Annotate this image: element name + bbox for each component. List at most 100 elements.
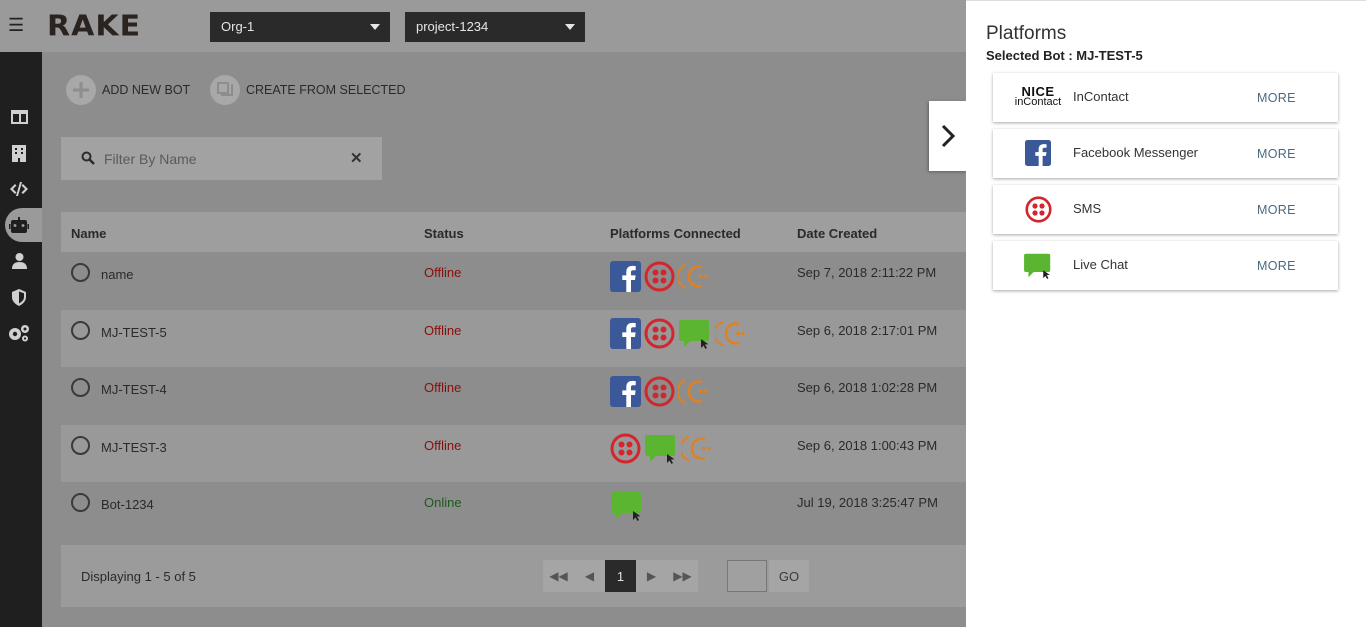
top-bar: ☰ RAKE Org-1 project-1234 [0, 0, 966, 52]
sms-twilio-icon [1024, 195, 1052, 223]
row-radio[interactable] [71, 378, 90, 397]
facebook-logo [1009, 138, 1067, 168]
org-select[interactable]: Org-1 [210, 12, 390, 42]
selected-bot-label: Selected Bot : MJ-TEST-5 [986, 48, 1143, 63]
status-text: Offline [424, 322, 462, 338]
panel-title: Platforms [986, 23, 1067, 44]
platform-card-facebook: Facebook Messenger MORE [993, 129, 1338, 178]
livechat-icon [645, 434, 675, 464]
status-text: Offline [424, 380, 462, 395]
date-created: Sep 6, 2018 1:02:28 PM [797, 380, 938, 395]
date-created: Jul 19, 2018 3:25:47 PM [797, 495, 938, 510]
project-select[interactable]: project-1234 [405, 12, 585, 42]
first-page-icon[interactable]: ◀◀ [543, 560, 574, 592]
filter-by-name-input[interactable] [104, 148, 344, 170]
facebook-icon [1025, 140, 1051, 166]
collapse-panel-button[interactable] [929, 101, 967, 171]
table-row[interactable]: MJ-TEST-4 Offline Sep 6, 2018 1:02:28 PM [61, 367, 966, 425]
row-radio[interactable] [71, 320, 90, 340]
platform-name: Live Chat [1073, 257, 1128, 272]
column-header-date[interactable]: Date Created [797, 226, 877, 241]
sms-twilio-icon [610, 433, 641, 463]
platform-card-incontact: NICE inContact InContact MORE [993, 73, 1338, 122]
nice-incontact-logo: NICE inContact [1009, 82, 1067, 112]
app-logo: RAKE [47, 9, 142, 44]
add-new-bot-button[interactable]: ADD NEW BOT [66, 74, 190, 106]
incontact-icon [681, 435, 711, 461]
more-button[interactable]: MORE [1257, 147, 1296, 161]
sms-logo [1009, 194, 1067, 224]
date-created: Sep 6, 2018 2:17:01 PM [797, 322, 938, 338]
bot-name: MJ-TEST-5 [101, 324, 167, 340]
incontact-icon [678, 264, 708, 289]
table-row[interactable]: name Offline Sep 7, 2018 2:11:22 PM [61, 252, 966, 310]
status-text: Online [424, 495, 462, 510]
more-button[interactable]: MORE [1257, 259, 1296, 273]
code-icon[interactable] [8, 178, 30, 200]
go-button[interactable]: GO [769, 560, 809, 592]
platform-card-sms: SMS MORE [993, 185, 1338, 234]
current-page-button[interactable]: 1 [605, 560, 636, 592]
bot-name: MJ-TEST-3 [101, 439, 167, 455]
page-number-input[interactable] [727, 560, 767, 592]
prev-page-icon[interactable]: ◀ [574, 560, 605, 592]
platforms-connected [610, 490, 644, 521]
date-created: Sep 6, 2018 1:00:43 PM [797, 437, 938, 453]
clear-filter-icon[interactable]: ✕ [350, 149, 363, 167]
project-select-value: project-1234 [416, 19, 489, 34]
bot-name: MJ-TEST-4 [101, 382, 167, 397]
filter-box: ✕ [61, 137, 382, 180]
main-content: ADD NEW BOT CREATE FROM SELECTED ✕ Name … [42, 52, 966, 627]
more-button[interactable]: MORE [1257, 91, 1296, 105]
settings-gears-icon[interactable] [8, 322, 30, 344]
platform-card-livechat: Live Chat MORE [993, 241, 1338, 290]
pagination: ◀◀ ◀ 1 ▶ ▶▶ [543, 560, 698, 592]
facebook-icon [610, 261, 641, 292]
more-button[interactable]: MORE [1257, 203, 1296, 217]
row-radio[interactable] [71, 263, 90, 282]
bot-icon[interactable] [8, 214, 30, 236]
platforms-connected [610, 376, 710, 407]
livechat-logo [1009, 250, 1067, 280]
table-row[interactable]: MJ-TEST-5 Offline Sep 6, 2018 2:17:01 PM [61, 309, 966, 367]
user-icon[interactable] [8, 250, 30, 272]
incontact-icon [678, 379, 708, 404]
platforms-connected [610, 261, 710, 292]
chevron-down-icon [370, 24, 380, 30]
dashboard-icon[interactable] [8, 106, 30, 128]
add-new-bot-label: ADD NEW BOT [102, 83, 191, 97]
date-created: Sep 7, 2018 2:11:22 PM [797, 265, 937, 280]
livechat-icon [1024, 253, 1051, 279]
table-row[interactable]: Bot-1234 Online Jul 19, 2018 3:25:47 PM [61, 482, 966, 540]
next-page-icon[interactable]: ▶ [636, 560, 667, 592]
livechat-icon [679, 319, 709, 349]
platform-name: SMS [1073, 201, 1102, 216]
facebook-icon [610, 317, 641, 349]
row-radio[interactable] [71, 435, 90, 455]
sms-twilio-icon [644, 318, 675, 348]
last-page-icon[interactable]: ▶▶ [667, 560, 698, 592]
platforms-connected [610, 317, 747, 349]
menu-icon[interactable]: ☰ [8, 16, 26, 34]
chevron-down-icon [565, 24, 575, 30]
platforms-connected [610, 433, 713, 464]
status-text: Offline [424, 265, 462, 280]
shield-icon[interactable] [8, 286, 30, 308]
table-header: Name Status Platforms Connected Date Cre… [61, 212, 966, 252]
create-from-selected-button[interactable]: CREATE FROM SELECTED [210, 74, 406, 106]
org-select-value: Org-1 [221, 19, 255, 34]
building-icon[interactable] [8, 142, 30, 164]
column-header-status[interactable]: Status [424, 226, 464, 241]
livechat-icon [611, 492, 641, 521]
column-header-name[interactable]: Name [71, 226, 106, 241]
table-footer: Displaying 1 - 5 of 5 ◀◀ ◀ 1 ▶ ▶▶ GO [61, 545, 966, 607]
incontact-logo-text: inContact [1014, 96, 1062, 108]
row-radio[interactable] [71, 493, 90, 512]
search-icon [81, 151, 95, 165]
status-text: Offline [424, 437, 462, 453]
left-nav-rail [0, 52, 42, 627]
bots-table: Name Status Platforms Connected Date Cre… [61, 212, 966, 540]
column-header-platforms[interactable]: Platforms Connected [610, 226, 741, 241]
table-row[interactable]: MJ-TEST-3 Offline Sep 6, 2018 1:00:43 PM [61, 424, 966, 482]
displaying-count: Displaying 1 - 5 of 5 [81, 569, 196, 584]
